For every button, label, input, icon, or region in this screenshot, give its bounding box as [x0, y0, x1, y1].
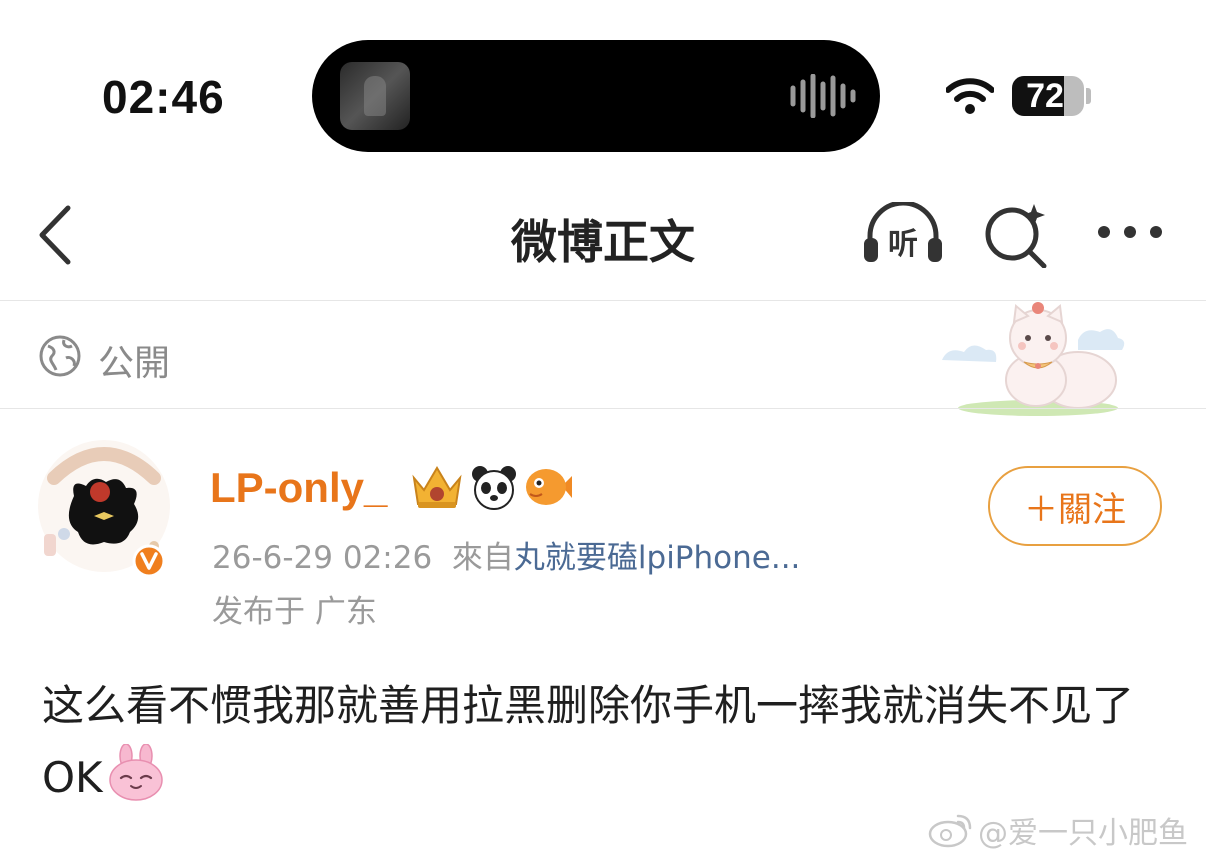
- ai-search-icon[interactable]: [984, 202, 1050, 268]
- author-name[interactable]: LP-only_: [210, 464, 387, 512]
- weibo-logo-icon: [928, 814, 972, 848]
- battery-level: 72: [1026, 76, 1064, 115]
- post-content: 这么看不惯我那就善用拉黑删除你手机一摔我就消失不见了OK: [42, 670, 1172, 814]
- globe-icon: [39, 335, 81, 377]
- battery-indicator: 72: [1012, 76, 1084, 116]
- post-meta: 26-6-29 02:26 來自丸就要磕lpiPhone...: [212, 532, 800, 577]
- source-prefix: 來自: [451, 540, 514, 576]
- cat-sticker-decoration: [942, 302, 1125, 416]
- listen-headphones-icon[interactable]: 听: [860, 202, 946, 266]
- post-date: 26-6-29 02:26: [212, 540, 433, 576]
- visibility-label: 公開: [98, 343, 171, 384]
- section-divider: [0, 408, 1206, 409]
- author-badges: [410, 464, 572, 510]
- dynamic-island[interactable]: [312, 40, 880, 152]
- fish-badge-icon: [526, 469, 572, 505]
- avatar[interactable]: [34, 434, 174, 580]
- battery-nub: [1086, 88, 1091, 104]
- post-source-link[interactable]: 丸就要磕lpiPhone...: [514, 540, 801, 576]
- watermark-text: @爱一只小肥鱼: [978, 816, 1188, 851]
- follow-button[interactable]: ＋關注: [988, 466, 1162, 546]
- more-options-icon[interactable]: [1096, 222, 1164, 242]
- bunny-emoji-icon: [108, 744, 163, 801]
- post-text: 这么看不惯我那就善用拉黑删除你手机一摔我就消失不见了OK: [42, 681, 1135, 802]
- watermark: @爱一只小肥鱼: [928, 808, 1188, 852]
- now-playing-artwork: [340, 62, 410, 130]
- panda-badge-icon: [472, 466, 516, 510]
- crown-badge-icon: [412, 466, 462, 508]
- status-time: 02:46: [102, 71, 225, 123]
- wifi-icon: [946, 78, 994, 114]
- post-location: 发布于 广东: [212, 594, 377, 630]
- listen-label: 听: [888, 227, 918, 262]
- audio-waveform-icon: [790, 74, 856, 118]
